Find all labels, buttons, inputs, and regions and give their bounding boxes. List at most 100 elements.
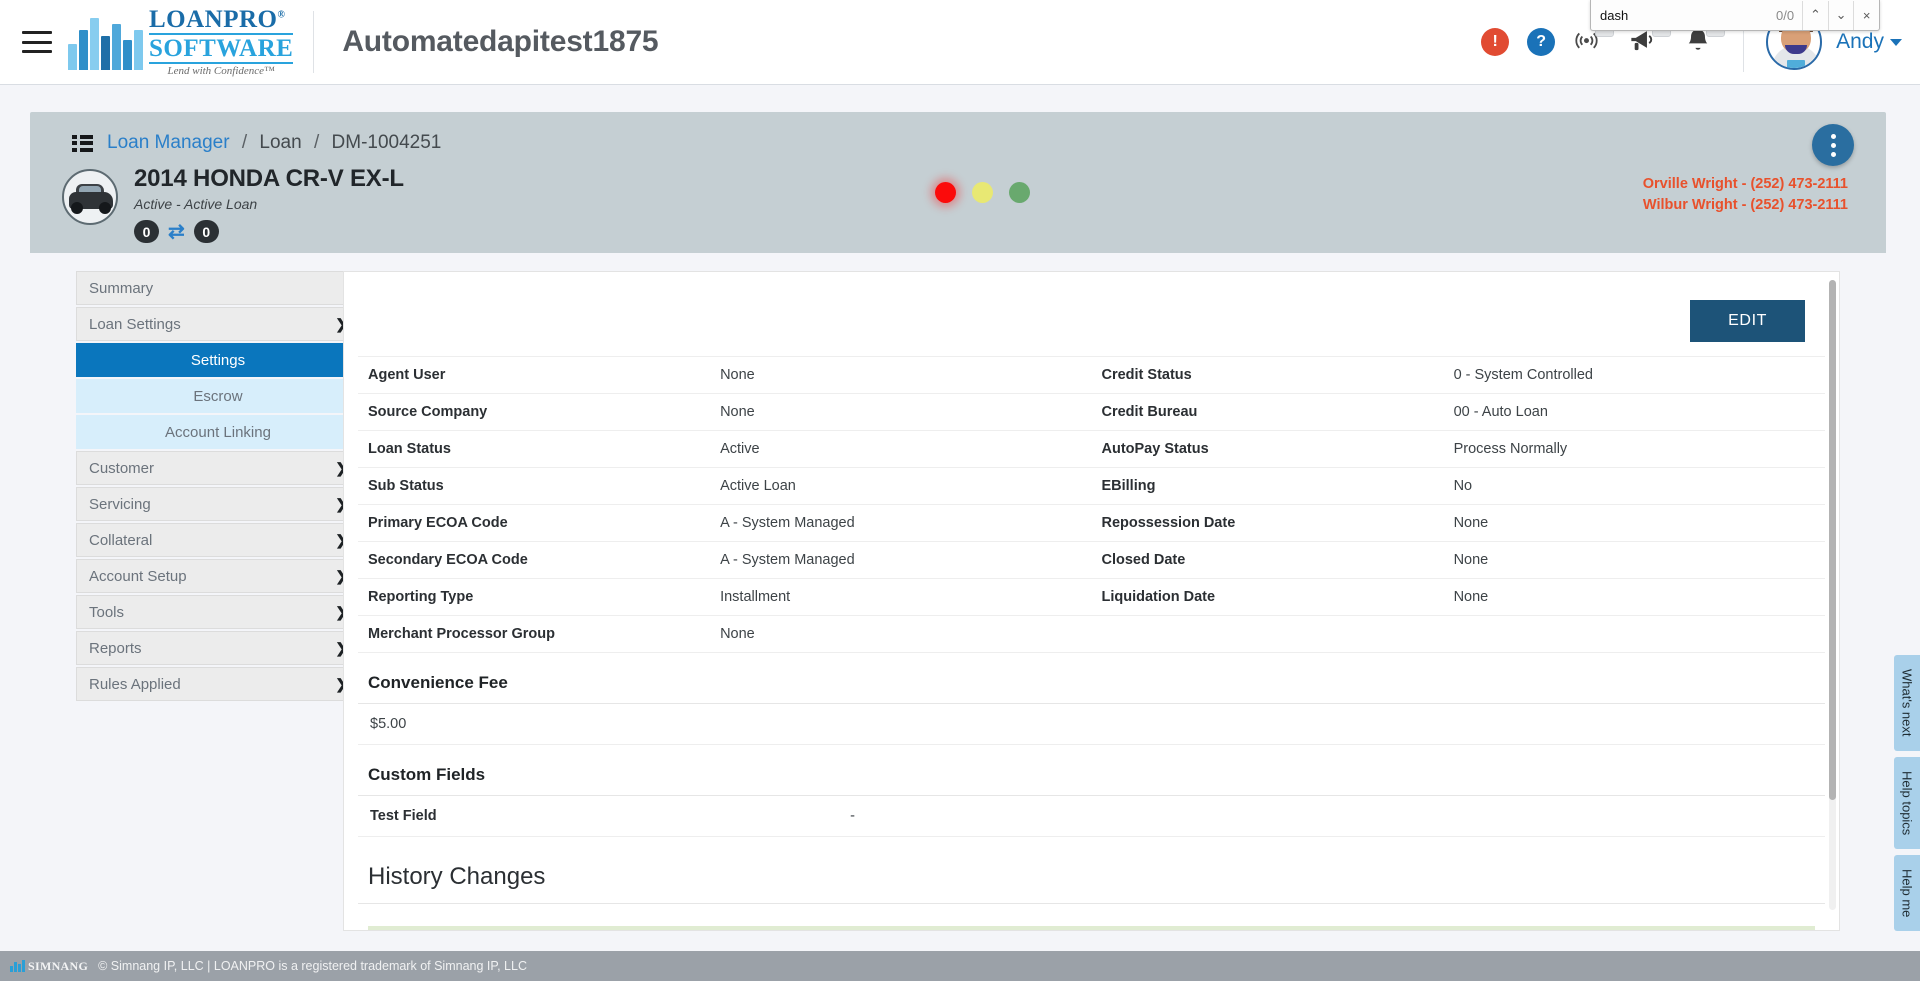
table-row: Agent User None Credit Status 0 - System… (358, 356, 1825, 394)
breadcrumb-current: DM-1004251 (331, 132, 442, 153)
row-value: Active Loan (710, 467, 1092, 505)
content-scrollbar-thumb[interactable] (1829, 280, 1836, 800)
sidebar-label-loan-settings: Loan Settings (89, 315, 181, 333)
status-light-yellow[interactable] (972, 182, 993, 203)
row-label: Credit Status (1091, 356, 1444, 394)
sidebar-nav: Summary Loan Settings ❯ Settings Escrow … (30, 253, 360, 931)
sidebar-label-escrow: Escrow (193, 387, 243, 405)
tab-help-me[interactable]: Help me (1894, 854, 1920, 932)
hamburger-icon[interactable] (22, 31, 52, 53)
history-changes-heading: History Changes (358, 837, 1825, 904)
sidebar-item-servicing[interactable]: Servicing ❯ (76, 487, 360, 521)
page-footer: SIMNANG © Simnang IP, LLC | LOANPRO is a… (0, 951, 1920, 981)
row-label (1091, 615, 1444, 653)
row-value (1443, 615, 1825, 653)
simnang-mark-icon (10, 960, 25, 972)
custom-fields-heading: Custom Fields (358, 745, 1825, 796)
row-label: Merchant Processor Group (358, 615, 711, 653)
table-row: Primary ECOA Code A - System Managed Rep… (358, 504, 1825, 542)
sidebar-item-loan-settings[interactable]: Loan Settings ❯ (76, 307, 360, 341)
more-options-icon[interactable] (1812, 124, 1854, 166)
sidebar-label-tools: Tools (89, 603, 125, 621)
column-header-note[interactable]: Note (1091, 926, 1483, 930)
chevron-down-icon[interactable] (1890, 38, 1902, 46)
contact-secondary[interactable]: Wilbur Wright - (252) 473-2111 (1643, 195, 1848, 216)
logo-tagline: Lend with Confidence™ (167, 65, 275, 77)
row-label: Credit Bureau (1091, 393, 1444, 431)
table-row: Secondary ECOA Code A - System Managed C… (358, 541, 1825, 579)
loanpro-logo[interactable]: LOANPRO® SOFTWARE Lend with Confidence™ (68, 7, 315, 77)
sidebar-label-summary: Summary (89, 279, 154, 297)
table-header-row: Last update Author Note IP Address (368, 926, 1815, 930)
exchange-arrows-icon: ⇄ (168, 220, 185, 243)
row-value: A - System Managed (710, 504, 1092, 542)
help-icon-glyph: ? (1536, 33, 1547, 50)
find-next-button[interactable]: ⌄ (1827, 0, 1854, 30)
loan-header-card: Loan Manager / Loan / DM-1004251 2014 HO… (30, 112, 1886, 253)
sidebar-label-reports: Reports (89, 639, 142, 657)
find-close-button[interactable]: × (1853, 0, 1879, 30)
row-label: Secondary ECOA Code (358, 541, 711, 579)
app-title: Automatedapitest1875 (342, 25, 659, 58)
row-label: Agent User (358, 356, 711, 394)
row-label: AutoPay Status (1091, 430, 1444, 468)
row-value: None (1443, 578, 1825, 616)
column-header-last-update[interactable]: Last update (368, 926, 730, 930)
edit-button[interactable]: EDIT (1690, 300, 1805, 342)
sidebar-label-account-linking: Account Linking (165, 423, 271, 441)
column-header-author[interactable]: Author (729, 926, 1092, 930)
status-light-green[interactable] (1009, 182, 1030, 203)
sidebar-item-account-setup[interactable]: Account Setup ❯ (76, 559, 360, 593)
find-previous-button[interactable]: ⌃ (1802, 0, 1828, 30)
row-value: None (710, 356, 1092, 394)
column-header-ip-address[interactable]: IP Address (1482, 926, 1815, 930)
tab-whats-next[interactable]: What's next (1894, 655, 1920, 751)
sidebar-item-summary[interactable]: Summary (76, 271, 360, 305)
row-value: 00 - Auto Loan (1443, 393, 1825, 431)
sidebar-item-settings[interactable]: Settings (76, 343, 360, 377)
sidebar-item-escrow[interactable]: Escrow (76, 379, 360, 413)
table-row: Merchant Processor Group None (358, 615, 1825, 653)
row-value: 0 - System Controlled (1443, 356, 1825, 394)
vehicle-summary: 2014 HONDA CR-V EX-L Active - Active Loa… (30, 165, 1886, 243)
custom-field-row: Test Field - (358, 796, 1825, 837)
custom-field-value: - (850, 808, 855, 824)
sidebar-item-reports[interactable]: Reports ❯ (76, 631, 360, 665)
contact-primary[interactable]: Orville Wright - (252) 473-2111 (1643, 174, 1848, 195)
sidebar-label-servicing: Servicing (89, 495, 151, 513)
row-label: Primary ECOA Code (358, 504, 711, 542)
page-body: Summary Loan Settings ❯ Settings Escrow … (30, 253, 1886, 931)
sidebar-item-tools[interactable]: Tools ❯ (76, 595, 360, 629)
row-value: No (1443, 467, 1825, 505)
alert-icon[interactable]: ! (1481, 28, 1510, 56)
tab-help-topics[interactable]: Help topics (1894, 756, 1920, 849)
logo-bars-icon (68, 14, 143, 70)
table-row: Source Company None Credit Bureau 00 - A… (358, 393, 1825, 431)
row-label: Closed Date (1091, 541, 1444, 579)
table-row: Loan Status Active AutoPay Status Proces… (358, 430, 1825, 468)
grid-list-icon[interactable] (72, 134, 93, 152)
footer-copyright: © Simnang IP, LLC | LOANPRO is a registe… (98, 959, 527, 973)
breadcrumb-sep-2: / (313, 132, 320, 153)
row-value: None (710, 393, 1092, 431)
breadcrumb: Loan Manager / Loan / DM-1004251 (30, 128, 1886, 158)
sidebar-item-customer[interactable]: Customer ❯ (76, 451, 360, 485)
sidebar-item-account-linking[interactable]: Account Linking (76, 415, 360, 449)
loan-badges: 0 ⇄ 0 (134, 220, 404, 243)
row-value: None (1443, 541, 1825, 579)
contact-list: Orville Wright - (252) 473-2111 Wilbur W… (1643, 174, 1848, 216)
badge-right-count: 0 (193, 220, 219, 243)
browser-find-bar[interactable]: 0/0 ⌃ ⌄ × (1590, 0, 1880, 31)
sidebar-item-collateral[interactable]: Collateral ❯ (76, 523, 360, 557)
sidebar-label-customer: Customer (89, 459, 155, 477)
table-row: Reporting Type Installment Liquidation D… (358, 578, 1825, 616)
user-name[interactable]: Andy (1836, 30, 1884, 54)
find-input[interactable] (1591, 7, 1776, 23)
row-value: Process Normally (1443, 430, 1825, 468)
sidebar-item-rules-applied[interactable]: Rules Applied ❯ (76, 667, 360, 701)
breadcrumb-loan: Loan (259, 132, 302, 153)
status-light-red[interactable] (935, 182, 956, 203)
help-icon[interactable]: ? (1527, 28, 1556, 56)
sidebar-label-account-setup: Account Setup (89, 567, 187, 585)
breadcrumb-loan-manager[interactable]: Loan Manager (107, 132, 230, 153)
